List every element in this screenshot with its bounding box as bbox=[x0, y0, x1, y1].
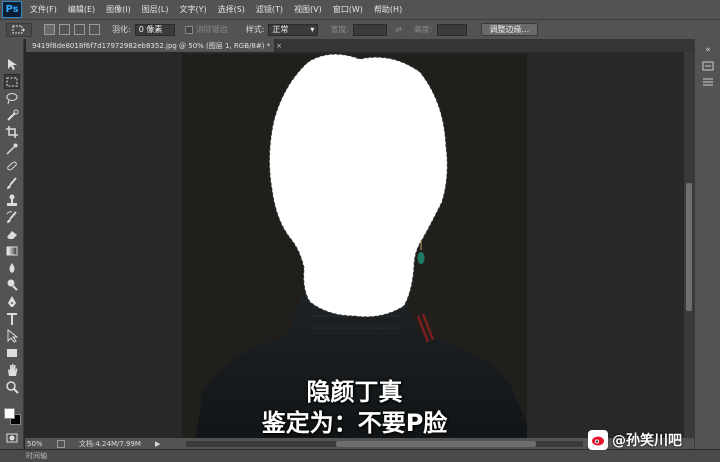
add-selection-button[interactable] bbox=[59, 24, 70, 35]
watermark: @孙笑川吧 bbox=[588, 429, 682, 451]
document-canvas[interactable]: 隐颜丁真 鉴定为：不要P脸 bbox=[182, 54, 527, 438]
properties-panel-icon[interactable] bbox=[702, 77, 714, 87]
zoom-icon[interactable] bbox=[4, 380, 20, 395]
antialias-checkbox[interactable] bbox=[184, 25, 193, 34]
collapse-panel-icon[interactable]: « bbox=[702, 45, 714, 55]
history-brush-icon[interactable] bbox=[4, 210, 20, 225]
blur-icon[interactable] bbox=[4, 261, 20, 276]
zoom-level[interactable]: 50% bbox=[27, 440, 49, 448]
feather-input[interactable]: 0 像素 bbox=[134, 23, 175, 36]
caption-line-2: 鉴定为：不要P脸 bbox=[261, 409, 448, 437]
pen-icon[interactable] bbox=[4, 295, 20, 310]
feather-label: 羽化: bbox=[112, 25, 131, 34]
menu-file[interactable]: 文件(F) bbox=[30, 4, 57, 15]
chevron-down-icon: ▾ bbox=[310, 25, 315, 34]
canvas-area[interactable]: 隐颜丁真 鉴定为：不要P脸 bbox=[25, 52, 684, 438]
menu-edit[interactable]: 编辑(E) bbox=[68, 4, 95, 15]
intersect-selection-button[interactable] bbox=[89, 24, 100, 35]
stamp-icon[interactable] bbox=[4, 193, 20, 208]
status-menu-arrow[interactable]: ▶ bbox=[155, 440, 160, 448]
gradient-icon[interactable] bbox=[4, 244, 20, 259]
document-tab-title: 9419f8de8018f6f7d17972982eb8352.jpg @ 50… bbox=[32, 41, 271, 50]
crop-icon[interactable] bbox=[4, 125, 20, 140]
style-select[interactable]: 正常 ▾ bbox=[268, 23, 319, 36]
toolbox bbox=[0, 39, 24, 449]
hand-icon[interactable] bbox=[4, 363, 20, 378]
marquee-icon[interactable] bbox=[4, 74, 20, 89]
refine-edge-button[interactable]: 调整边缘... bbox=[480, 23, 539, 36]
width-label: 宽度: bbox=[330, 25, 350, 34]
subtract-selection-button[interactable] bbox=[74, 24, 85, 35]
width-input[interactable] bbox=[353, 23, 388, 36]
dodge-icon[interactable] bbox=[4, 278, 20, 293]
history-panel-icon[interactable] bbox=[702, 61, 714, 71]
caption-line-1: 隐颜丁真 bbox=[306, 378, 403, 406]
weibo-logo-icon bbox=[588, 430, 608, 450]
eraser-icon[interactable] bbox=[4, 227, 20, 242]
menu-image[interactable]: 图像(I) bbox=[106, 4, 131, 15]
menu-view[interactable]: 视图(V) bbox=[294, 4, 322, 15]
timeline-label[interactable]: 时间轴 bbox=[26, 451, 47, 461]
document-size-info: 文档:4.24M/7.99M bbox=[79, 439, 141, 448]
new-selection-button[interactable] bbox=[44, 24, 55, 35]
shape-icon[interactable] bbox=[4, 346, 20, 361]
document-tab-bar: 9419f8de8018f6f7d17972982eb8352.jpg @ 50… bbox=[26, 39, 720, 52]
height-label: 高度: bbox=[413, 25, 433, 34]
marquee-icon bbox=[12, 25, 25, 34]
quick-mask-icon[interactable] bbox=[4, 431, 20, 446]
right-panel-dock: « bbox=[694, 39, 720, 449]
earring bbox=[417, 252, 425, 264]
menu-help[interactable]: 帮助(H) bbox=[374, 4, 402, 15]
menu-bar: Ps 文件(F) 编辑(E) 图像(I) 图层(L) 文字(Y) 选择(S) 滤… bbox=[0, 0, 720, 19]
vertical-scroll-thumb[interactable] bbox=[686, 183, 692, 311]
horizontal-scrollbar[interactable] bbox=[186, 441, 583, 447]
watermark-text: @孙笑川吧 bbox=[612, 433, 682, 449]
menu-window[interactable]: 窗口(W) bbox=[333, 4, 363, 15]
document-profile-icon[interactable] bbox=[57, 439, 65, 448]
healing-icon[interactable] bbox=[4, 159, 20, 174]
eyedropper-icon[interactable] bbox=[4, 142, 20, 157]
swap-icon[interactable]: ⇄ bbox=[395, 25, 402, 34]
antialias-label: 消除锯齿 bbox=[195, 25, 228, 34]
move-icon[interactable] bbox=[4, 57, 20, 72]
document-tab[interactable]: 9419f8de8018f6f7d17972982eb8352.jpg @ 50… bbox=[26, 39, 282, 52]
style-select-value: 正常 bbox=[272, 25, 289, 34]
tool-preset-picker[interactable] bbox=[6, 22, 32, 37]
type-icon[interactable] bbox=[4, 312, 20, 327]
style-label: 样式: bbox=[245, 25, 265, 34]
height-input[interactable] bbox=[436, 23, 467, 36]
photoshop-window: Ps 文件(F) 编辑(E) 图像(I) 图层(L) 文字(Y) 选择(S) 滤… bbox=[0, 0, 720, 462]
options-bar: 羽化: 0 像素 消除锯齿 样式: 正常 ▾ 宽度: ⇄ 高度: 调整边缘... bbox=[0, 19, 720, 39]
close-icon[interactable]: × bbox=[276, 42, 282, 50]
photoshop-logo: Ps bbox=[2, 1, 22, 18]
lasso-icon[interactable] bbox=[4, 91, 20, 106]
menu-filter[interactable]: 滤镜(T) bbox=[256, 4, 283, 15]
vertical-scrollbar[interactable] bbox=[684, 52, 694, 438]
brush-icon[interactable] bbox=[4, 176, 20, 191]
menu-select[interactable]: 选择(S) bbox=[218, 4, 245, 15]
menu-type[interactable]: 文字(Y) bbox=[179, 4, 206, 15]
menu-layer[interactable]: 图层(L) bbox=[142, 4, 169, 15]
quick-select-icon[interactable] bbox=[4, 108, 20, 123]
path-select-icon[interactable] bbox=[4, 328, 20, 344]
foreground-color-swatch[interactable] bbox=[4, 408, 15, 419]
horizontal-scroll-thumb[interactable] bbox=[336, 441, 536, 447]
